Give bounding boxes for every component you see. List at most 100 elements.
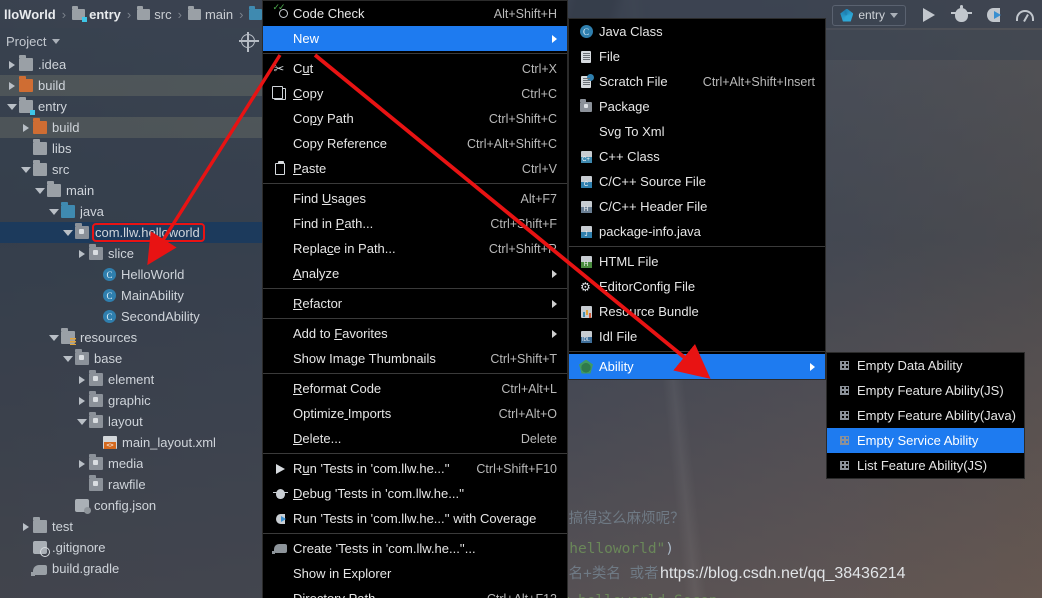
menu-item-debug-tests-in-com-llw-he[interactable]: Debug 'Tests in 'com.llw.he...'' [263, 481, 567, 506]
menu-item-add-to-favorites[interactable]: Add to Favorites [263, 321, 567, 346]
breadcrumb-item-src[interactable]: src [135, 5, 173, 22]
menu-item-copy[interactable]: Copy Ctrl+C [263, 81, 567, 106]
run-button[interactable] [920, 6, 938, 24]
menu-item-c-c-header-file[interactable]: H C/C++ Header File [569, 194, 825, 219]
tree-item-resources[interactable]: resources [0, 327, 263, 348]
tree-item--gitignore[interactable]: .gitignore [0, 537, 263, 558]
tree-item-rawfile[interactable]: rawfile [0, 474, 263, 495]
tree-item-com-llw-helloworld[interactable]: com.llw.helloworld [0, 222, 263, 243]
menu-item-delete[interactable]: Delete... Delete [263, 426, 567, 451]
menu-item-html-file[interactable]: H HTML File [569, 249, 825, 274]
menu-item-resource-bundle[interactable]: Resource Bundle [569, 299, 825, 324]
tree-item-element[interactable]: element [0, 369, 263, 390]
tree-item-base[interactable]: base [0, 348, 263, 369]
context-menu[interactable]: Code Check Alt+Shift+H New ✂ Cut Ctrl+X Copy Ct… [262, 0, 568, 598]
menu-item-c-c-source-file[interactable]: C C/C++ Source File [569, 169, 825, 194]
menu-item-file[interactable]: File [569, 44, 825, 69]
menu-item-reformat-code[interactable]: Reformat Code Ctrl+Alt+L [263, 376, 567, 401]
menu-item-package[interactable]: Package [569, 94, 825, 119]
menu-item-directory-path[interactable]: Directory PathCtrl+Alt+F12 [263, 586, 567, 598]
menu-item-copy-reference[interactable]: Copy Reference Ctrl+Alt+Shift+C [263, 131, 567, 156]
chevron-right-icon[interactable] [76, 458, 87, 469]
tree-item-media[interactable]: media [0, 453, 263, 474]
menu-item-run-tests-in-com-llw-he-with-coverage[interactable]: Run 'Tests in 'com.llw.he...'' with Cove… [263, 506, 567, 531]
tree-item-build-gradle[interactable]: build.gradle [0, 558, 263, 579]
tree-item-entry[interactable]: entry [0, 96, 263, 117]
chevron-down-icon[interactable] [34, 185, 45, 196]
menu-item-list-feature-ability-js[interactable]: List Feature Ability(JS) [827, 453, 1024, 478]
debug-button[interactable] [950, 5, 972, 24]
tree-item-build[interactable]: build [0, 117, 263, 138]
menu-item-ability[interactable]: Ability [569, 354, 825, 379]
menu-item-empty-feature-ability-java[interactable]: Empty Feature Ability(Java) [827, 403, 1024, 428]
tree-item-test[interactable]: test [0, 516, 263, 537]
chevron-down-icon[interactable] [20, 164, 31, 175]
menu-item-paste[interactable]: Paste Ctrl+V [263, 156, 567, 181]
chevron-right-icon[interactable] [76, 374, 87, 385]
project-tree[interactable]: .idea build entry build libs src main java com.l… [0, 54, 263, 579]
profiler-button[interactable] [1016, 6, 1034, 24]
chevron-down-icon[interactable] [62, 353, 73, 364]
menu-item-empty-feature-ability-js[interactable]: Empty Feature Ability(JS) [827, 378, 1024, 403]
chevron-down-icon[interactable] [48, 206, 59, 217]
menu-item-package-info-java[interactable]: Jpackage-info.java [569, 219, 825, 244]
menu-item-idl-file[interactable]: IDL Idl File [569, 324, 825, 349]
tree-item-slice[interactable]: slice [0, 243, 263, 264]
run-configuration-selector[interactable]: entry [832, 4, 906, 26]
tree-item-main-layout-xml[interactable]: main_layout.xml [0, 432, 263, 453]
tree-item--idea[interactable]: .idea [0, 54, 263, 75]
chevron-down-icon[interactable] [6, 101, 17, 112]
chevron-right-icon[interactable] [20, 521, 31, 532]
new-submenu[interactable]: C Java Class File Scratch File Ctrl+Alt+Shif… [568, 18, 826, 380]
menu-item-new[interactable]: New [263, 26, 567, 51]
menu-item-copy-path[interactable]: Copy Path Ctrl+Shift+C [263, 106, 567, 131]
tree-item-config-json[interactable]: config.json [0, 495, 263, 516]
menu-item-optimize-imports[interactable]: Optimize Imports Ctrl+Alt+O [263, 401, 567, 426]
breadcrumb-item-main[interactable]: main [186, 5, 235, 22]
tree-item-graphic[interactable]: graphic [0, 390, 263, 411]
project-panel-title[interactable]: Project [6, 34, 46, 49]
chevron-right-icon[interactable] [6, 59, 17, 70]
menu-item-c-class[interactable]: C+ C++ Class [569, 144, 825, 169]
coverage-button[interactable] [984, 6, 1002, 24]
tree-item-layout[interactable]: layout [0, 411, 263, 432]
menu-item-cut[interactable]: ✂ Cut Ctrl+X [263, 56, 567, 81]
tree-item-libs[interactable]: libs [0, 138, 263, 159]
chevron-right-icon[interactable] [76, 395, 87, 406]
tree-item-secondability[interactable]: C SecondAbility [0, 306, 263, 327]
chevron-down-icon[interactable] [52, 38, 61, 44]
menu-item-replace-in-path[interactable]: Replace in Path... Ctrl+Shift+R [263, 236, 567, 261]
chevron-right-icon[interactable] [20, 122, 31, 133]
chevron-down-icon[interactable] [62, 227, 73, 238]
menu-item-find-usages[interactable]: Find Usages Alt+F7 [263, 186, 567, 211]
menu-item-show-in-explorer[interactable]: Show in Explorer [263, 561, 567, 586]
breadcrumb-item-entry[interactable]: entry [70, 5, 123, 22]
menu-item-empty-data-ability[interactable]: Empty Data Ability [827, 353, 1024, 378]
menu-item-empty-service-ability[interactable]: Empty Service Ability [827, 428, 1024, 453]
menu-item-show-image-thumbnails[interactable]: Show Image Thumbnails Ctrl+Shift+T [263, 346, 567, 371]
menu-item-editorconfig-file[interactable]: ⚙ EditorConfig File [569, 274, 825, 299]
tree-item-mainability[interactable]: C MainAbility [0, 285, 263, 306]
menu-item-code-check[interactable]: Code Check Alt+Shift+H [263, 1, 567, 26]
chevron-down-icon[interactable] [76, 416, 87, 427]
menu-item-run-tests-in-com-llw-he[interactable]: Run 'Tests in 'com.llw.he...'' Ctrl+Shift… [263, 456, 567, 481]
menu-item-java-class[interactable]: C Java Class [569, 19, 825, 44]
select-opened-file-icon[interactable] [239, 32, 259, 52]
chevron-down-icon[interactable] [48, 332, 59, 343]
tree-item-main[interactable]: main [0, 180, 263, 201]
xml-file-icon [103, 436, 117, 449]
menu-item-refactor[interactable]: Refactor [263, 291, 567, 316]
tree-item-src[interactable]: src [0, 159, 263, 180]
menu-item-find-in-path[interactable]: Find in Path... Ctrl+Shift+F [263, 211, 567, 236]
menu-item-analyze[interactable]: Analyze [263, 261, 567, 286]
menu-item-scratch-file[interactable]: Scratch File Ctrl+Alt+Shift+Insert [569, 69, 825, 94]
tree-item-build[interactable]: build [0, 75, 263, 96]
chevron-right-icon[interactable] [6, 80, 17, 91]
chevron-right-icon[interactable] [76, 248, 87, 259]
breadcrumb-item-project[interactable]: lloWorld [2, 7, 58, 22]
tree-item-helloworld[interactable]: C HelloWorld [0, 264, 263, 285]
menu-item-svg-to-xml[interactable]: Svg To Xml [569, 119, 825, 144]
menu-item-create-tests-in-com-llw-he[interactable]: Create 'Tests in 'com.llw.he...''... [263, 536, 567, 561]
tree-item-java[interactable]: java [0, 201, 263, 222]
ability-submenu[interactable]: Empty Data Ability Empty Feature Ability(… [826, 352, 1025, 479]
